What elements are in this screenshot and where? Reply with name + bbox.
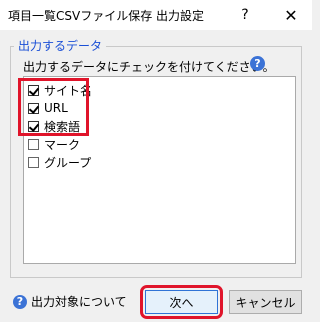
title-bar: 項目一覧CSVファイル保存 出力設定 ? ✕: [0, 0, 312, 30]
cancel-button[interactable]: キャンセル: [229, 290, 302, 314]
output-target-help[interactable]: ? 出力対象について: [13, 293, 127, 310]
group-legend: 出力するデータ: [14, 37, 107, 54]
help-icon[interactable]: ?: [228, 0, 262, 30]
list-item-mark[interactable]: マーク: [28, 135, 80, 153]
highlight-next-button: [140, 285, 223, 319]
checkbox-mark[interactable]: [28, 138, 39, 150]
list-item-label: マーク: [44, 137, 81, 152]
close-icon[interactable]: ✕: [270, 0, 312, 30]
list-item-label: グループ: [44, 155, 92, 170]
footer-help-icon: ?: [13, 294, 27, 309]
info-help-icon[interactable]: ?: [250, 56, 265, 71]
list-item-group[interactable]: グループ: [28, 153, 91, 171]
checkbox-group[interactable]: [28, 156, 39, 168]
window-title: 項目一覧CSVファイル保存 出力設定: [8, 9, 205, 23]
instruction-text: 出力するデータにチェックを付けてください。: [23, 60, 275, 74]
highlight-checked-items: [18, 78, 89, 136]
output-target-help-link[interactable]: 出力対象について: [31, 293, 127, 310]
